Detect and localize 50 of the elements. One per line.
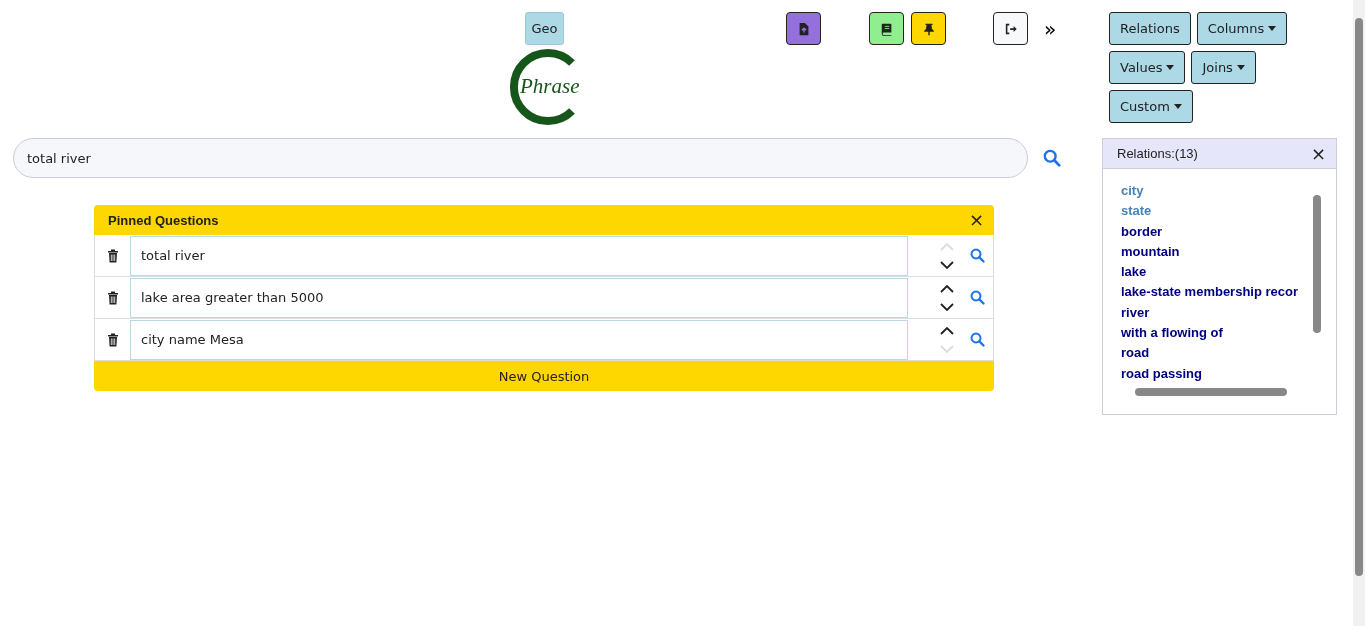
relation-item[interactable]: with a flowing of <box>1121 323 1311 344</box>
close-button[interactable]: × <box>1308 144 1328 163</box>
panel-title: Relations:(13) <box>1117 146 1198 161</box>
relation-item[interactable]: road passing <box>1121 363 1311 384</box>
toolbar-button[interactable]: Relations <box>1109 12 1191 45</box>
dropdown-button[interactable]: Joins <box>1191 51 1256 84</box>
relation-item[interactable]: mountain <box>1121 241 1311 263</box>
relation-item[interactable]: border <box>1121 221 1311 242</box>
trash-icon[interactable] <box>107 248 119 263</box>
dropdown-button[interactable]: Custom <box>1109 90 1193 123</box>
logout-icon <box>1003 21 1018 36</box>
chevron-down-icon[interactable] <box>940 260 954 269</box>
trash-icon[interactable] <box>107 332 119 347</box>
book-button[interactable] <box>869 12 904 45</box>
chevron-up-icon[interactable] <box>940 284 954 293</box>
dropdown-button[interactable]: Columns <box>1196 12 1288 45</box>
search-field[interactable]: total river <box>13 138 1028 178</box>
dropdown-button[interactable]: Values <box>1109 51 1186 84</box>
trash-icon[interactable] <box>107 290 119 305</box>
question-field[interactable]: total river <box>130 235 908 276</box>
chevron-down-icon[interactable] <box>940 302 954 311</box>
relation-item[interactable]: lake <box>1121 262 1311 283</box>
pin-icon <box>921 21 936 36</box>
question-field[interactable]: city name Mesa <box>130 319 908 360</box>
question-field[interactable]: lake area greater than 5000 <box>130 277 908 318</box>
chevron-up-icon[interactable] <box>940 326 954 335</box>
pin-button[interactable] <box>911 12 946 45</box>
caret-icon <box>1236 65 1245 70</box>
caret-icon <box>1268 26 1277 31</box>
relation-item[interactable]: lake-state membership recor <box>1121 282 1311 303</box>
search-icon[interactable] <box>970 248 985 263</box>
caret-icon <box>1173 104 1182 109</box>
caret-icon <box>1166 65 1175 70</box>
upload-file-button[interactable] <box>786 12 821 45</box>
relation-item[interactable]: river <box>1121 302 1311 324</box>
dataset-button[interactable]: Geo <box>525 12 564 45</box>
search-icon[interactable] <box>970 290 985 305</box>
new-question-button[interactable]: New Question <box>94 361 994 391</box>
logout-button[interactable] <box>993 12 1028 45</box>
book-icon <box>879 21 894 36</box>
relation-item[interactable]: state <box>1121 201 1311 222</box>
relation-item[interactable]: road <box>1121 343 1311 364</box>
expand-button[interactable]: » <box>1040 18 1061 39</box>
logo-text: Phrase <box>520 74 580 99</box>
search-icon[interactable] <box>1043 149 1061 167</box>
scrollbar[interactable] <box>1353 0 1365 626</box>
close-button[interactable]: × <box>966 211 986 229</box>
search-icon[interactable] <box>970 332 985 347</box>
panel-title: Pinned Questions <box>108 212 219 228</box>
relation-item[interactable]: city <box>1121 181 1311 202</box>
